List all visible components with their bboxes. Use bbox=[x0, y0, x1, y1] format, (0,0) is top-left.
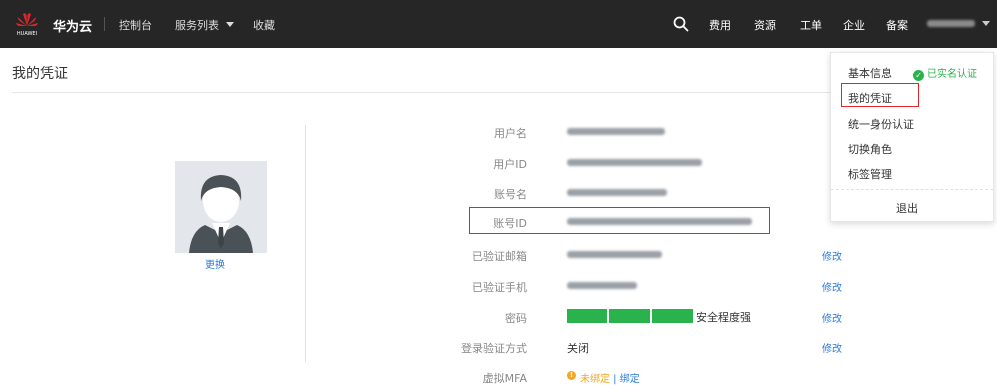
nav-console[interactable]: 控制台 bbox=[119, 17, 152, 33]
dropdown-switch-role[interactable]: 切换角色 bbox=[848, 141, 892, 157]
nav-service-list[interactable]: 服务列表 bbox=[175, 17, 234, 33]
nav-service-list-label: 服务列表 bbox=[175, 19, 219, 32]
chevron-down-icon bbox=[225, 22, 234, 27]
email-value bbox=[567, 251, 662, 258]
mfa-label: 虚拟MFA bbox=[482, 372, 527, 385]
nav-filing[interactable]: 备案 bbox=[886, 17, 908, 33]
dropdown-divider bbox=[831, 189, 993, 190]
username-value bbox=[567, 128, 665, 135]
mfa-unbound-text: 未绑定 bbox=[580, 374, 610, 385]
mfa-separator: | bbox=[610, 374, 620, 385]
top-navigation-bar: HUAWEI 华为云 控制台 服务列表 收藏 费用 资源 工单 企业 备案 bbox=[0, 0, 997, 48]
dropdown-my-credentials[interactable]: 我的凭证 bbox=[848, 90, 892, 106]
dropdown-unified-identity[interactable]: 统一身份认证 bbox=[848, 116, 914, 132]
edit-password-link[interactable]: 修改 bbox=[822, 310, 842, 325]
password-strength-bar-3 bbox=[652, 309, 693, 323]
account-name-label: 账号名 bbox=[494, 188, 527, 201]
verified-text: 已实名认证 bbox=[927, 69, 977, 80]
verified-badge: ✓ 已实名认证 bbox=[913, 65, 977, 81]
nav-billing[interactable]: 费用 bbox=[709, 17, 731, 33]
brand-name[interactable]: 华为云 bbox=[53, 16, 92, 35]
huawei-logo-text: HUAWEI bbox=[17, 31, 37, 37]
login-auth-label: 登录验证方式 bbox=[461, 342, 527, 355]
account-id-value bbox=[567, 218, 752, 225]
nav-resources[interactable]: 资源 bbox=[754, 17, 776, 33]
user-avatar-icon bbox=[175, 161, 267, 253]
account-id-label: 账号ID bbox=[493, 217, 527, 230]
vertical-divider bbox=[305, 125, 306, 362]
warning-icon: ! bbox=[567, 371, 576, 380]
password-strength-bar-2 bbox=[609, 309, 650, 323]
edit-email-link[interactable]: 修改 bbox=[822, 248, 842, 263]
userid-value bbox=[567, 159, 702, 166]
phone-label: 已验证手机 bbox=[472, 281, 527, 294]
page-title: 我的凭证 bbox=[12, 66, 68, 82]
nav-enterprise[interactable]: 企业 bbox=[843, 17, 865, 33]
edit-phone-link[interactable]: 修改 bbox=[822, 279, 842, 294]
nav-tickets[interactable]: 工单 bbox=[800, 17, 822, 33]
dropdown-tag-management[interactable]: 标签管理 bbox=[848, 166, 892, 182]
account-dropdown-menu: 基本信息 ✓ 已实名认证 我的凭证 统一身份认证 切换角色 标签管理 退出 bbox=[830, 52, 994, 222]
dropdown-basic-info[interactable]: 基本信息 bbox=[848, 65, 892, 81]
chevron-down-icon bbox=[982, 21, 990, 26]
huawei-logo[interactable]: HUAWEI bbox=[14, 10, 40, 38]
dropdown-logout[interactable]: 退出 bbox=[896, 200, 918, 216]
userid-label: 用户ID bbox=[493, 158, 527, 171]
username-label: 用户名 bbox=[494, 127, 527, 140]
mfa-bind-link[interactable]: 绑定 bbox=[620, 374, 640, 385]
password-label: 密码 bbox=[505, 312, 527, 325]
phone-value bbox=[567, 282, 637, 289]
password-strength-bar-1 bbox=[567, 309, 607, 323]
account-name-value bbox=[567, 189, 667, 196]
avatar bbox=[175, 161, 267, 253]
edit-login-auth-link[interactable]: 修改 bbox=[822, 340, 842, 355]
nav-favorites[interactable]: 收藏 bbox=[253, 17, 275, 33]
login-auth-value: 关闭 bbox=[567, 342, 589, 355]
divider bbox=[104, 17, 105, 31]
account-menu-button[interactable] bbox=[927, 20, 975, 27]
check-icon: ✓ bbox=[913, 70, 924, 81]
email-label: 已验证邮箱 bbox=[472, 250, 527, 263]
search-icon[interactable] bbox=[672, 15, 690, 33]
password-strength-text: 安全程度强 bbox=[696, 311, 751, 324]
change-avatar-link[interactable]: 更换 bbox=[205, 256, 225, 271]
